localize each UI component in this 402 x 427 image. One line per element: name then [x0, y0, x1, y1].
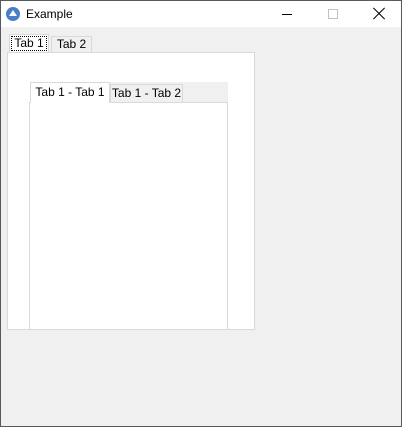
tab-tab-2[interactable]: Tab 2 [51, 36, 92, 53]
close-icon [373, 8, 385, 20]
title-bar[interactable]: Example [1, 1, 401, 27]
tab-1-tab-1-panel [29, 102, 228, 329]
window-title: Example [26, 7, 73, 21]
tab-label: Tab 1 - Tab 2 [111, 86, 182, 100]
tab-tab-1[interactable]: Tab 1 [9, 34, 49, 52]
tab-label: Tab 1 [11, 36, 47, 51]
minimize-icon [282, 14, 292, 15]
tab-tab-1-tab-2[interactable]: Tab 1 - Tab 2 [110, 84, 183, 103]
close-button[interactable] [356, 1, 401, 27]
minimize-button[interactable] [264, 1, 310, 27]
tab-1-panel: Tab 1 - Tab 1 Tab 1 - Tab 2 [7, 52, 255, 330]
app-window: Example Tab 1 Tab 2 Tab 1 - Tab 1 Tab 1 … [0, 0, 402, 427]
maximize-button[interactable] [310, 1, 356, 27]
tab-label: Tab 2 [56, 37, 87, 51]
app-icon[interactable] [6, 7, 20, 21]
tab-label: Tab 1 - Tab 1 [35, 85, 105, 99]
tab-tab-1-tab-1[interactable]: Tab 1 - Tab 1 [30, 82, 110, 103]
maximize-icon [328, 9, 338, 19]
